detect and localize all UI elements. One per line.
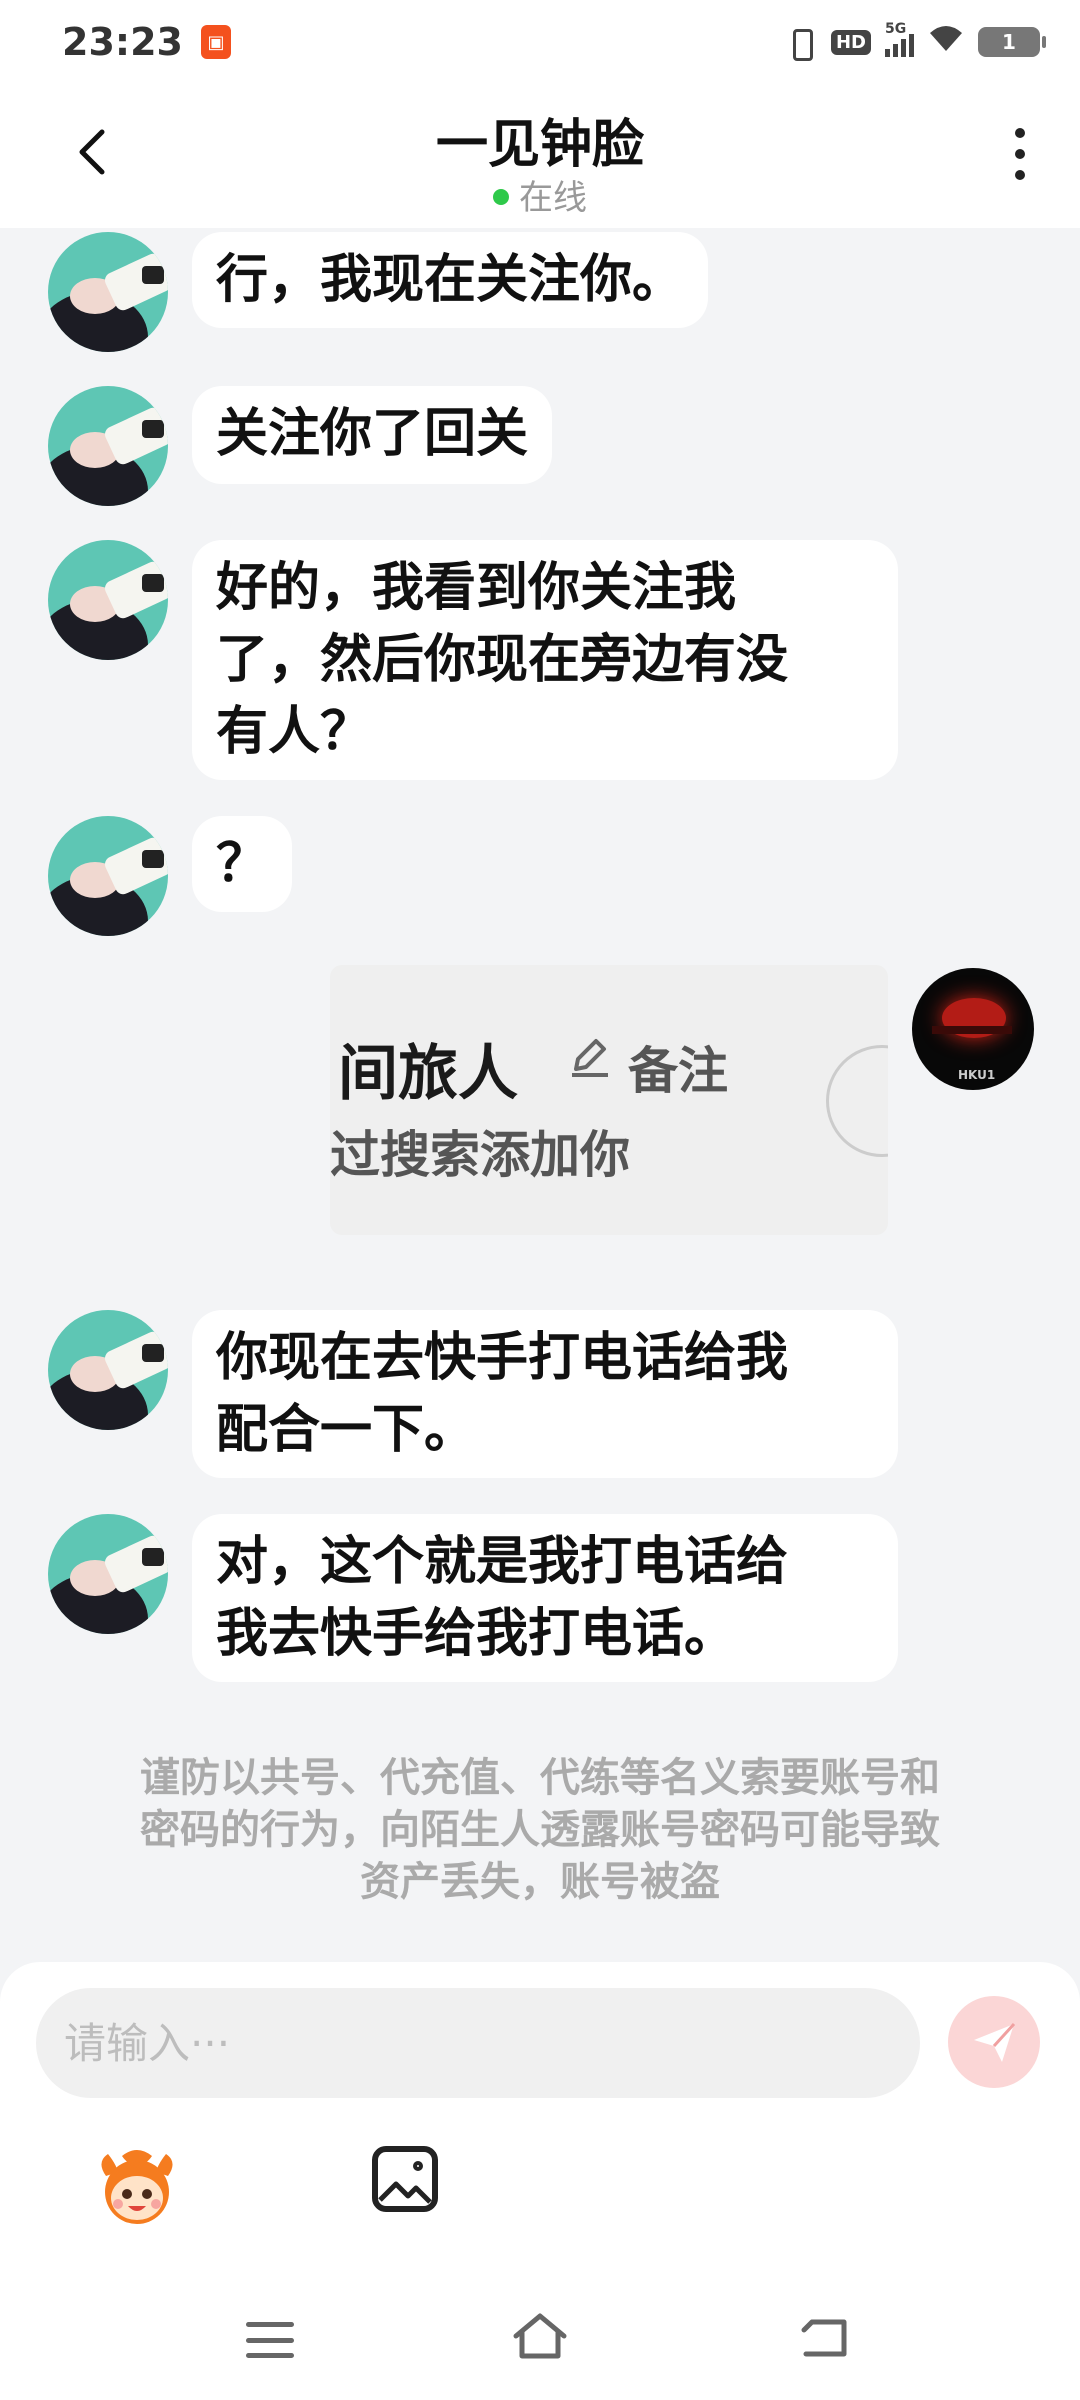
online-dot-icon [493, 189, 509, 205]
shared-image-remark: 备注 [628, 1042, 728, 1100]
contact-avatar[interactable] [48, 232, 168, 352]
emoji-mascot-icon [101, 2150, 173, 2224]
security-warning: 谨防以共号、代充值、代练等名义索要账号和 密码的行为，向陌生人透露账号密码可能导… [80, 1752, 1000, 1908]
signal-icon: 5G [885, 21, 914, 57]
edit-icon [572, 1039, 608, 1077]
nav-home-button[interactable] [510, 2312, 570, 2362]
back-icon [801, 2319, 847, 2357]
shared-image-subtext: 过搜索添加你 [330, 1126, 630, 1184]
status-icons: HD 5G 1 [783, 21, 1046, 61]
message-line: 好的，我看到你关注我 [216, 558, 737, 618]
shared-image-circle [826, 1045, 888, 1157]
online-status-label: 在线 [519, 178, 587, 218]
message-bubble[interactable]: 行，我现在关注你。 [192, 232, 709, 328]
shared-image-message[interactable]: 间旅人 备注 过搜索添加你 [330, 965, 888, 1235]
message-text: 行，我现在关注你。 [216, 250, 685, 310]
battery-icon: 1 [978, 27, 1046, 57]
vibrate-icon [783, 25, 817, 61]
send-button[interactable] [948, 1996, 1040, 2088]
my-avatar[interactable]: HKU1 [912, 968, 1034, 1090]
message-line: 配合一下。 [216, 1400, 477, 1460]
shared-image-name: 间旅人 [338, 1039, 518, 1109]
nav-menu-button[interactable] [246, 2322, 294, 2358]
message-bubble[interactable]: 好的，我看到你关注我 了，然后你现在旁边有没 有人？ [192, 540, 898, 780]
more-options-button[interactable] [1000, 124, 1040, 184]
message-line: 你现在去快手打电话给我 [216, 1328, 789, 1388]
message-bubble[interactable]: 关注你了回关 [192, 386, 553, 484]
chat-header: 一见钟脸 在线 [0, 84, 1080, 228]
status-bar: 23:23 ▣ HD 5G 1 [0, 0, 1080, 84]
chat-screen: 23:23 ▣ HD 5G 1 一见钟脸 在线 行，我现在关注你。 关注你了回关… [0, 0, 1080, 2400]
wifi-icon [928, 23, 964, 61]
message-bubble[interactable]: 你现在去快手打电话给我 配合一下。 [192, 1310, 898, 1478]
hd-icon: HD [830, 29, 871, 55]
warning-line: 谨防以共号、代充值、代练等名义索要账号和 [140, 1755, 940, 1801]
app-notification-icon: ▣ [200, 25, 231, 59]
image-button[interactable] [372, 2146, 438, 2212]
menu-icon [246, 2322, 294, 2327]
emoji-button[interactable] [92, 2142, 182, 2232]
message-line: 我去快手给我打电话。 [216, 1604, 737, 1664]
nav-back-button[interactable] [800, 2314, 850, 2358]
contact-name: 一见钟脸 [435, 115, 644, 175]
status-time: 23:23 [62, 20, 183, 64]
online-status: 在线 [0, 170, 1080, 219]
contact-avatar[interactable] [48, 1310, 168, 1430]
contact-avatar[interactable] [48, 540, 168, 660]
message-text: 关注你了回关 [216, 404, 529, 464]
warning-line: 密码的行为，向陌生人透露账号密码可能导致 [140, 1807, 940, 1853]
message-bubble[interactable]: 对，这个就是我打电话给 我去快手给我打电话。 [192, 1514, 898, 1682]
warning-line: 资产丢失，账号被盗 [360, 1859, 720, 1905]
message-bubble[interactable]: ？ [192, 816, 293, 912]
contact-avatar[interactable] [48, 1514, 168, 1634]
message-line: 了，然后你现在旁边有没 [216, 630, 789, 690]
message-input[interactable] [36, 1988, 920, 2098]
contact-avatar[interactable] [48, 386, 168, 506]
message-line: 对，这个就是我打电话给 [216, 1532, 789, 1592]
message-text: ？ [216, 834, 269, 894]
send-icon [974, 2022, 1016, 2062]
more-vertical-icon [1015, 128, 1025, 138]
home-icon [513, 2313, 567, 2359]
message-line: 有人？ [216, 702, 373, 762]
network-type: 5G [885, 21, 907, 37]
contact-avatar[interactable] [48, 816, 168, 936]
